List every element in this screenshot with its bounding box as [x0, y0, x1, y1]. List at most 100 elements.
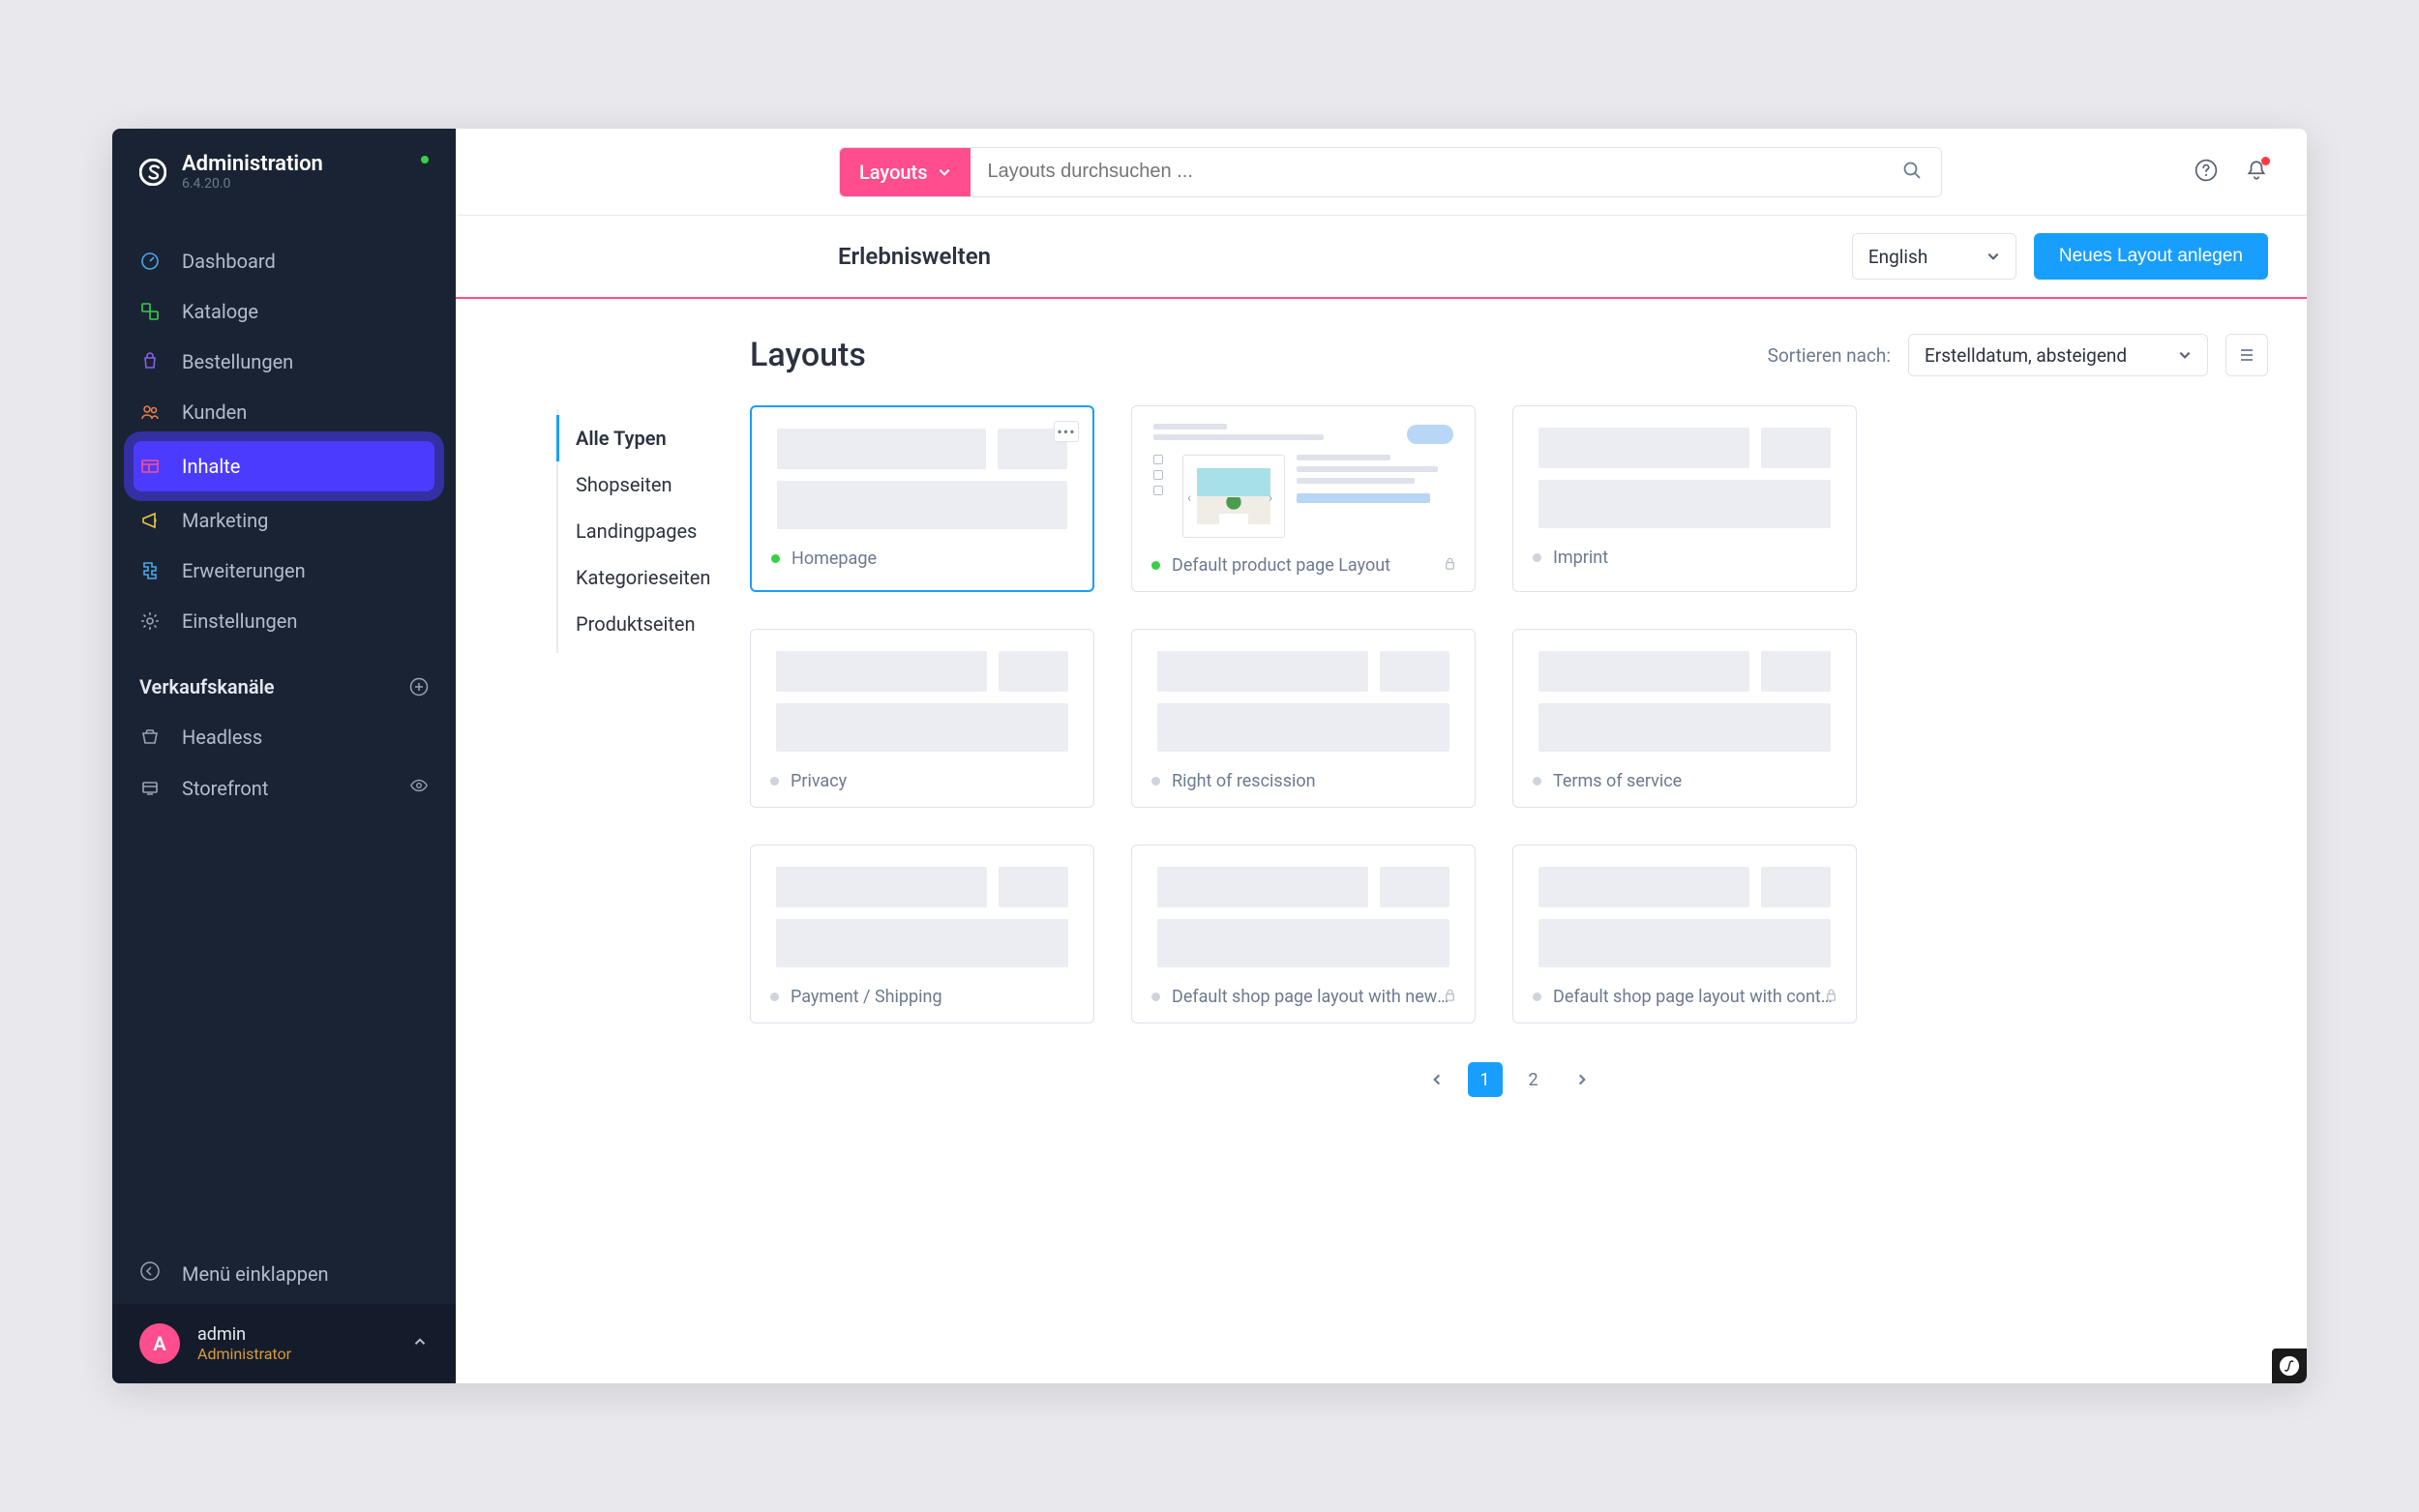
search-icon[interactable] [1883, 161, 1941, 184]
user-menu[interactable]: A admin Administrator [112, 1304, 456, 1383]
language-select[interactable]: English [1852, 233, 2016, 280]
sales-channel-headless[interactable]: Headless [112, 712, 456, 762]
status-dot-icon [770, 777, 779, 786]
lock-icon [1443, 987, 1457, 1007]
layout-card[interactable]: ••• Homepage [750, 405, 1094, 592]
preview-eye-icon[interactable] [409, 776, 429, 800]
notifications-button[interactable] [2245, 159, 2268, 186]
layout-preview: ‹› [1132, 406, 1475, 544]
nav-item-extensions[interactable]: Erweiterungen [112, 546, 456, 596]
type-tab[interactable]: Produktseiten [556, 601, 723, 647]
page-title: Erlebniswelten [838, 243, 991, 270]
nav-label: Einstellungen [182, 609, 297, 633]
status-indicator-icon [421, 156, 429, 163]
nav-label: Kataloge [182, 300, 258, 323]
layout-preview [1513, 845, 1856, 975]
layout-preview [1513, 406, 1856, 536]
type-tab[interactable]: Alle Typen [556, 415, 723, 461]
card-footer: Default shop page layout with newsle… [1132, 975, 1475, 1023]
type-tab[interactable]: Kategorieseiten [556, 554, 723, 601]
nav-label: Bestellungen [182, 350, 293, 373]
nav-item-orders[interactable]: Bestellungen [112, 337, 456, 387]
layout-card[interactable]: ‹›Default product page Layout [1131, 405, 1476, 592]
lock-icon [1824, 987, 1838, 1007]
search-bar: Layouts [839, 147, 1942, 197]
status-dot-icon [1533, 777, 1541, 786]
status-dot-icon [1533, 993, 1541, 1001]
nav-item-settings[interactable]: Einstellungen [112, 596, 456, 646]
layout-preview [1513, 630, 1856, 759]
nav-item-customers[interactable]: Kunden [112, 387, 456, 437]
main-nav: Dashboard Kataloge Bestellungen Kunden Inhal… [112, 215, 456, 646]
add-sales-channel-icon[interactable] [409, 677, 429, 697]
collapse-menu-button[interactable]: Menü einklappen [112, 1243, 456, 1304]
page-number-button[interactable]: 1 [1468, 1062, 1503, 1097]
layout-name: Imprint [1553, 548, 1608, 568]
storefront-icon [139, 778, 161, 799]
card-footer: Right of rescission [1132, 759, 1475, 807]
page-number-button[interactable]: 2 [1516, 1062, 1551, 1097]
main-area: Layouts Erlebniswelten [456, 129, 2307, 1383]
layout-preview [751, 845, 1093, 975]
nav-item-content[interactable]: Inhalte [134, 441, 434, 491]
page-next-button[interactable] [1565, 1062, 1599, 1097]
search-scope-dropdown[interactable]: Layouts [840, 148, 971, 196]
card-footer: Imprint [1513, 536, 1856, 583]
status-dot-icon [1151, 777, 1160, 786]
sales-channel-storefront[interactable]: Storefront [112, 762, 456, 814]
collapse-icon [139, 1260, 161, 1287]
layout-name: Privacy [791, 771, 847, 791]
layout-card[interactable]: Imprint [1512, 405, 1857, 592]
content: Alle TypenShopseitenLandingpagesKategori… [456, 299, 2307, 1383]
layout-card[interactable]: Default shop page layout with contac… [1512, 845, 1857, 1023]
user-role: Administrator [197, 1345, 291, 1363]
nav-item-catalogs[interactable]: Kataloge [112, 286, 456, 337]
app-version: 6.4.20.0 [182, 176, 323, 192]
content-icon [139, 456, 161, 477]
chevron-up-icon [411, 1333, 429, 1354]
layout-name: Payment / Shipping [791, 987, 942, 1007]
search-scope-label: Layouts [859, 161, 928, 184]
layout-card[interactable]: Right of rescission [1131, 629, 1476, 808]
card-footer: Default shop page layout with contac… [1513, 975, 1856, 1023]
nav-item-marketing[interactable]: Marketing [112, 495, 456, 546]
status-dot-icon [1533, 553, 1541, 562]
symfony-badge-icon[interactable] [2272, 1349, 2307, 1383]
create-layout-button[interactable]: Neues Layout anlegen [2034, 233, 2268, 280]
layout-name: Homepage [791, 548, 877, 569]
layout-card[interactable]: Privacy [750, 629, 1094, 808]
status-dot-icon [1151, 993, 1160, 1001]
collapse-label: Menü einklappen [182, 1262, 329, 1286]
nav-label: Kunden [182, 400, 247, 424]
layout-preview [751, 630, 1093, 759]
sort-select[interactable]: Erstelldatum, absteigend [1908, 334, 2208, 376]
orders-icon [139, 351, 161, 372]
listing-title: Layouts [750, 336, 866, 374]
layout-card[interactable]: Terms of service [1512, 629, 1857, 808]
topbar: Layouts [456, 129, 2307, 216]
card-context-menu-icon[interactable]: ••• [1054, 421, 1079, 442]
listing-header: Layouts Sortieren nach: Erstelldatum, ab… [750, 334, 2268, 376]
lock-icon [1443, 555, 1457, 576]
card-footer: Privacy [751, 759, 1093, 807]
search-input[interactable] [971, 161, 1883, 183]
chevron-down-icon [938, 165, 951, 179]
nav-item-dashboard[interactable]: Dashboard [112, 236, 456, 286]
card-footer: Payment / Shipping [751, 975, 1093, 1023]
user-name: admin [197, 1324, 291, 1345]
chevron-down-icon [2178, 348, 2192, 362]
page-prev-button[interactable] [1419, 1062, 1454, 1097]
settings-icon [139, 610, 161, 632]
status-dot-icon [1151, 561, 1160, 570]
notification-badge-icon [2261, 157, 2270, 165]
view-mode-toggle[interactable] [2225, 334, 2268, 376]
help-icon[interactable] [2195, 159, 2218, 186]
layout-preview: ••• [752, 407, 1092, 537]
type-filter-tabs: Alle TypenShopseitenLandingpagesKategori… [556, 409, 723, 653]
sort-label: Sortieren nach: [1768, 344, 1891, 367]
layout-card[interactable]: Payment / Shipping [750, 845, 1094, 1023]
type-tab[interactable]: Shopseiten [556, 461, 723, 508]
type-tab[interactable]: Landingpages [556, 508, 723, 554]
layout-card[interactable]: Default shop page layout with newsle… [1131, 845, 1476, 1023]
headless-icon [139, 726, 161, 748]
